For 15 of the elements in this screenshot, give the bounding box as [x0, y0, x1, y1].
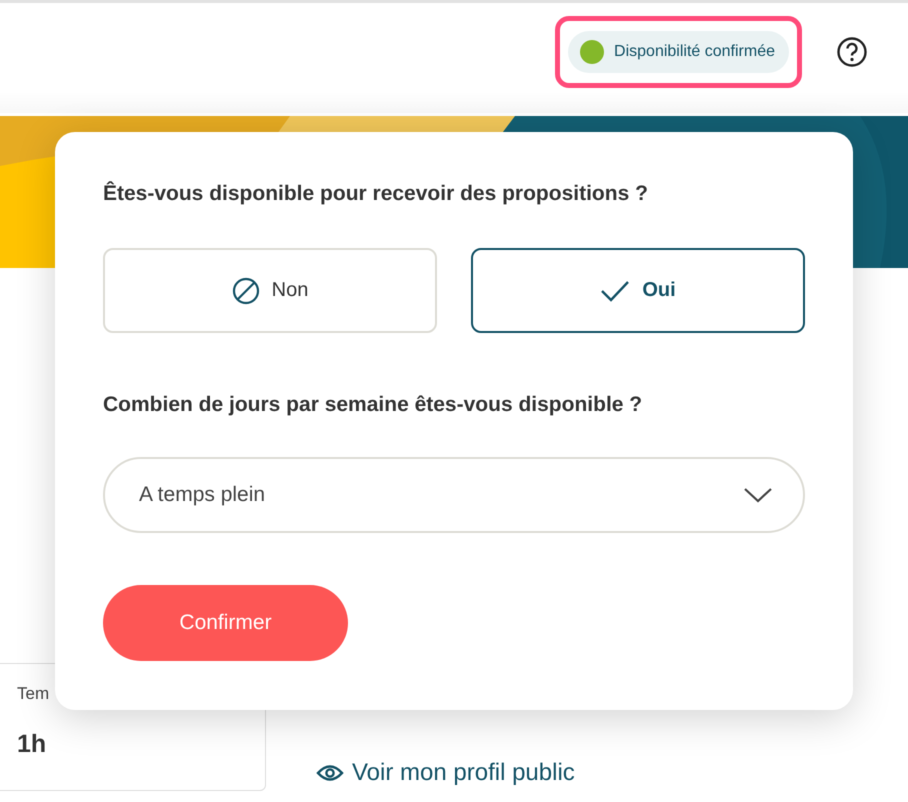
profile-link[interactable]: Voir mon profil public [316, 759, 575, 787]
question-text: Combien de jours par semaine êtes-vous disponible ? [103, 393, 644, 417]
stat-value: 1h [17, 730, 48, 759]
option-button[interactable]: Non [103, 248, 437, 333]
question-text: Êtes-vous disponible pour recevoir des propositions ? [103, 182, 649, 206]
stat-label: Tem [17, 684, 50, 704]
days-select[interactable]: A temps plein [103, 457, 805, 533]
help-icon[interactable] [836, 36, 868, 68]
check-icon [600, 280, 630, 302]
prohibited-icon [232, 276, 260, 304]
option-button[interactable]: Oui [471, 248, 805, 333]
status-badge[interactable]: Disponibilité confirmée [568, 31, 789, 73]
eye-icon [316, 764, 344, 782]
status-label: Disponibilité confirmée [614, 43, 775, 61]
chevron-down-icon [743, 487, 773, 503]
